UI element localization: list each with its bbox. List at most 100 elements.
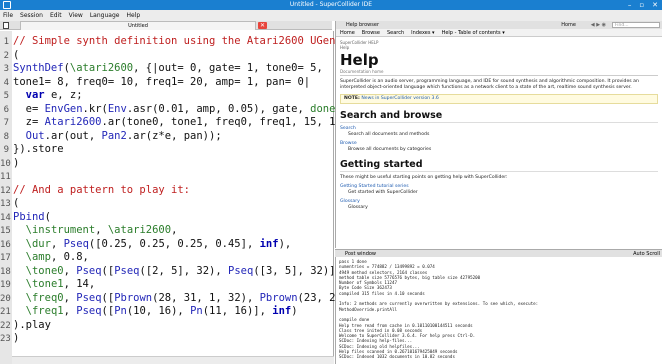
post-window[interactable]: pass 1 done numentries = 774882 / 1349989… <box>335 257 662 364</box>
line-number: 13 <box>0 199 11 209</box>
code-token: , <box>50 237 64 250</box>
code-text: \amp, 0.8, <box>13 251 89 264</box>
code-token: .ar(z*e, pan)); <box>126 129 222 142</box>
line-number: 6 <box>3 104 9 115</box>
help-browser-panel: Help browser Home ◀ ▶ ◉ Find... Home Bro… <box>335 21 662 248</box>
code-token: Pbind <box>13 210 45 223</box>
code-text: tone1= 8, freq0= 10, freq1= 20, amp= 1, … <box>13 76 310 89</box>
code-token: e= <box>13 102 45 115</box>
code-line[interactable]: 19 \tone1, 14, <box>0 278 95 291</box>
code-line[interactable]: 21 \freq1, Pseq([Pn(10, 16), Pn(11, 16)]… <box>0 305 298 318</box>
code-token: \dur <box>25 237 51 250</box>
code-line[interactable]: 12// And a pattern to play it: <box>0 184 190 197</box>
code-line[interactable]: 10) <box>0 157 19 170</box>
code-line[interactable]: 2( <box>0 49 20 62</box>
minimize-icon[interactable]: – <box>628 0 632 10</box>
code-line[interactable]: 5 var e, z; <box>0 89 83 102</box>
code-line[interactable]: 7 z= Atari2600.ar(tone0, tone1, freq0, f… <box>0 116 355 129</box>
code-token: , <box>63 291 77 304</box>
code-line[interactable]: 18 \tone0, Pseq([Pseq([2, 5], 32), Pseq(… <box>0 265 380 278</box>
code-line[interactable]: 8 Out.ar(out, Pan2.ar(z*e, pan)); <box>0 130 222 143</box>
code-token: Pbrown <box>259 291 298 304</box>
help-search-input[interactable]: Find... <box>612 22 660 28</box>
code-token: ([ <box>101 305 115 317</box>
code-text: var e, z; <box>13 89 83 102</box>
code-line[interactable]: 13( <box>0 197 19 210</box>
code-token: \freq0 <box>25 291 64 304</box>
window-title: Untitled - SuperCollider IDE <box>289 1 373 8</box>
code-line[interactable]: 11 <box>0 170 11 183</box>
code-line[interactable]: 15 \instrument, \atari2600, <box>0 224 177 237</box>
code-line[interactable]: 16 \dur, Pseq([0.25, 0.25, 0.25, 0.45], … <box>0 238 291 251</box>
code-token: ( <box>44 210 51 223</box>
help-nav-browse[interactable]: Browse <box>362 29 380 36</box>
code-token: inf <box>272 305 292 317</box>
code-text: }).store <box>13 143 64 156</box>
code-token: , 0.8, <box>50 251 89 263</box>
line-number: 20 <box>0 293 11 304</box>
code-editor[interactable]: 1 // Simple synth definition using the At… <box>0 31 443 364</box>
news-link[interactable]: News in SuperCollider version 3.6 <box>361 96 439 101</box>
code-token: .kr( <box>82 102 108 115</box>
code-line[interactable]: 1 // Simple synth definition using the At… <box>0 35 342 48</box>
code-token: Pseq <box>76 264 102 277</box>
help-nav-home[interactable]: Home <box>340 29 355 36</box>
code-token: SynthDef <box>13 62 64 74</box>
menu-help[interactable]: Help <box>126 10 140 21</box>
help-content: SuperCollider HELP Help Help Documentati… <box>336 37 662 211</box>
code-text: Pbind( <box>13 211 51 224</box>
code-token: Pseq <box>63 237 89 250</box>
code-token: , {|out= 0, gate= 1, tone0= 5, <box>133 62 323 74</box>
code-token: // And a pattern to play it: <box>13 183 191 196</box>
home-button[interactable]: Home <box>561 21 576 29</box>
code-line[interactable]: 23) <box>0 332 19 345</box>
editor-tab-bar: Untitled ✕ <box>0 21 332 30</box>
code-token: , <box>95 224 108 236</box>
code-line[interactable]: 22).play <box>0 319 51 332</box>
code-token: ( <box>13 48 20 61</box>
menu-view[interactable]: View <box>69 10 83 21</box>
line-number: 7 <box>3 118 9 128</box>
code-line[interactable]: 17 \amp, 0.8, <box>0 251 89 264</box>
menu-edit[interactable]: Edit <box>50 10 62 21</box>
maximize-icon[interactable]: ▫ <box>639 0 644 10</box>
help-nav-search[interactable]: Search <box>387 29 404 36</box>
code-text: \tone1, 14, <box>13 278 96 291</box>
code-text: ) <box>13 157 19 170</box>
code-token: , 14, <box>63 278 96 290</box>
code-token: \tone0 <box>25 264 64 277</box>
code-token: , <box>63 264 77 277</box>
code-token: \tone1 <box>25 278 64 290</box>
help-nav-indexes[interactable]: Indexes ▾ <box>411 29 434 36</box>
line-number: 8 <box>3 131 9 142</box>
line-number: 11 <box>0 172 11 182</box>
line-number: 19 <box>0 280 11 290</box>
help-nav-toc[interactable]: Help - Table of contents ▾ <box>442 29 505 36</box>
line-number: 12 <box>0 185 11 196</box>
code-token: ([2, 5], 32), <box>139 264 229 277</box>
code-line[interactable]: 6 e= EnvGen.kr(Env.asr(0.01, amp, 0.05),… <box>0 103 399 116</box>
tab-untitled[interactable]: Untitled <box>20 21 256 30</box>
navigation-arrows-icon[interactable]: ◀ ▶ ◉ <box>591 21 606 29</box>
code-line[interactable]: 3 SynthDef(\atari2600, {|out= 0, gate= 1,… <box>0 62 323 75</box>
menu-language[interactable]: Language <box>90 10 120 21</box>
code-line[interactable]: 9}).store <box>0 143 64 156</box>
close-tab-icon[interactable]: ✕ <box>258 22 267 29</box>
code-token: ([ <box>101 291 115 304</box>
code-line[interactable]: 14 Pbind( <box>0 211 51 224</box>
code-text: \tone0, Pseq([Pseq([2, 5], 32), Pseq([3,… <box>13 265 380 278</box>
code-token: ) <box>291 305 298 317</box>
code-token: Pseq <box>228 264 254 277</box>
menu-session[interactable]: Session <box>20 10 43 21</box>
code-token: ) <box>13 156 20 169</box>
code-text: z= Atari2600.ar(tone0, tone1, freq0, fre… <box>13 116 355 129</box>
menu-file[interactable]: File <box>3 10 13 21</box>
code-text: \instrument, \atari2600, <box>13 224 178 237</box>
code-line[interactable]: 20 \freq0, Pseq([Pbrown(28, 31, 1, 32), … <box>0 292 443 305</box>
code-line[interactable]: 4 tone1= 8, freq0= 10, freq1= 20, amp= 1,… <box>0 76 311 89</box>
editor-horizontal-scrollbar[interactable] <box>12 356 334 364</box>
close-window-icon[interactable]: ✕ <box>652 0 658 10</box>
